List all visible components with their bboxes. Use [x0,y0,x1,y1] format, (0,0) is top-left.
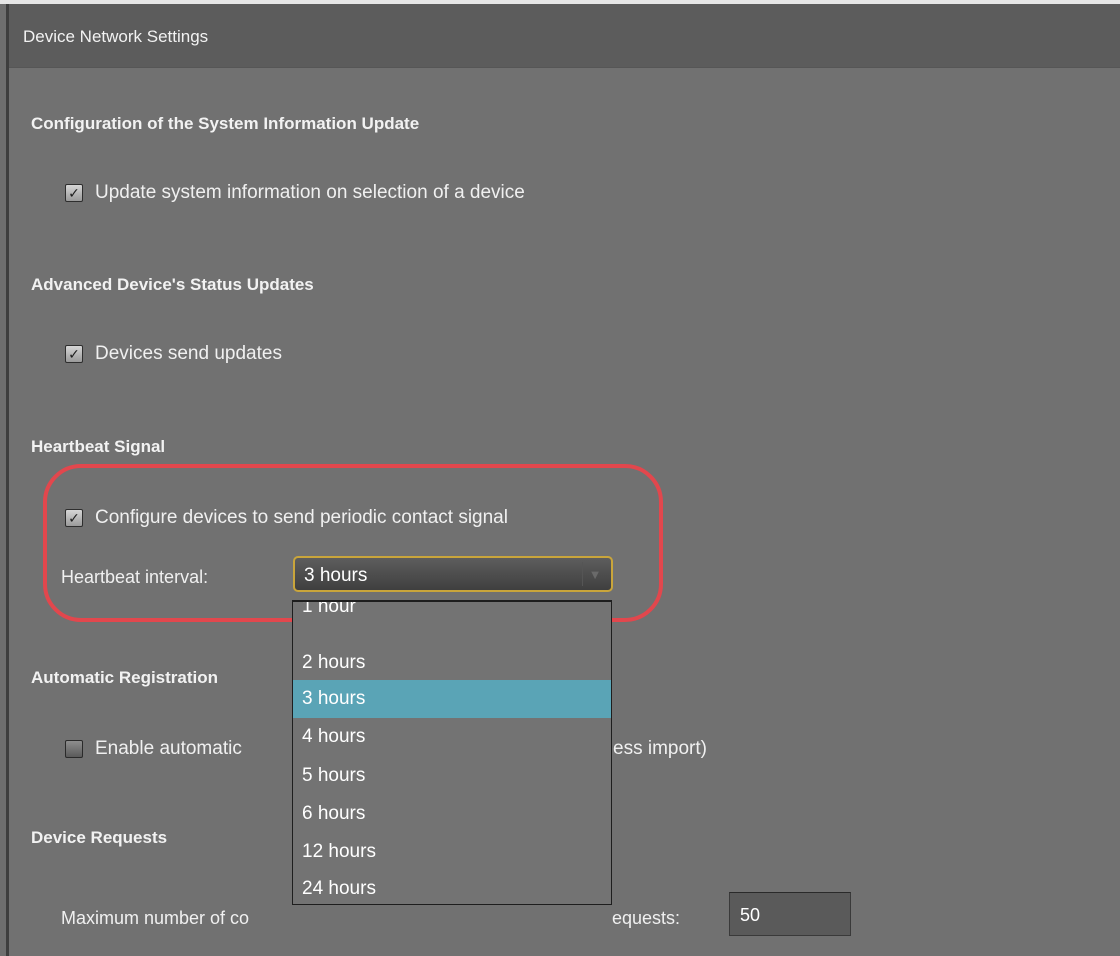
panel-title: Device Network Settings [23,27,209,46]
dropdown-option[interactable]: 24 hours [293,870,611,904]
heartbeat-interval-dropdown[interactable]: 1 hour 2 hours 3 hours 4 hours 5 hours 6… [292,600,612,905]
settings-panel: Device Network Settings Configuration of… [9,4,1120,956]
update-system-info-checkbox[interactable]: ✓ [65,184,83,202]
dropdown-option[interactable]: 5 hours [293,757,611,795]
dropdown-option[interactable]: 1 hour [293,602,611,626]
dropdown-option[interactable]: 4 hours [293,718,611,756]
heartbeat-interval-value: 3 hours [304,565,368,586]
dropdown-option-selected[interactable]: 3 hours [293,680,611,718]
dropdown-option[interactable]: 6 hours [293,795,611,833]
devices-send-updates-checkbox[interactable]: ✓ [65,345,83,363]
section-heading-status-updates: Advanced Device's Status Updates [31,275,314,294]
heartbeat-enable-label: Configure devices to send periodic conta… [95,507,508,528]
auto-registration-row[interactable]: Enable automatic [65,737,242,761]
max-threads-input[interactable]: 50 [729,892,851,936]
heartbeat-enable-row[interactable]: ✓ Configure devices to send periodic con… [65,506,508,530]
heartbeat-interval-select[interactable]: 3 hours ▼ [293,556,613,592]
max-threads-value: 50 [740,905,761,925]
section-heading-device-requests: Device Requests [31,828,168,847]
section-heading-system-info: Configuration of the System Information … [31,114,420,133]
auto-registration-label-tail: ess import) [613,738,707,759]
window-left-edge [0,4,9,956]
auto-registration-label: Enable automatic [95,738,242,759]
checkmark-icon: ✓ [68,346,80,362]
heartbeat-interval-label: Heartbeat interval: [61,567,209,587]
update-system-info-label: Update system information on selection o… [95,182,525,203]
max-threads-label: Maximum number of co [61,908,250,928]
section-heading-heartbeat: Heartbeat Signal [31,437,166,456]
dropdown-option[interactable]: 12 hours [293,833,611,871]
auto-registration-checkbox[interactable] [65,740,83,758]
devices-send-updates-row[interactable]: ✓ Devices send updates [65,342,282,366]
heartbeat-enable-checkbox[interactable]: ✓ [65,509,83,527]
section-heading-auto-registration: Automatic Registration [31,668,219,687]
panel-title-bar: Device Network Settings [9,4,1120,68]
chevron-down-icon[interactable]: ▼ [582,562,607,586]
dropdown-option[interactable]: 2 hours [293,644,611,682]
update-system-info-row[interactable]: ✓ Update system information on selection… [65,181,525,205]
checkmark-icon: ✓ [68,185,80,201]
devices-send-updates-label: Devices send updates [95,343,282,364]
checkmark-icon: ✓ [68,510,80,526]
annotation-highlight-ring [43,464,663,622]
max-threads-label-tail: equests: [612,908,681,928]
